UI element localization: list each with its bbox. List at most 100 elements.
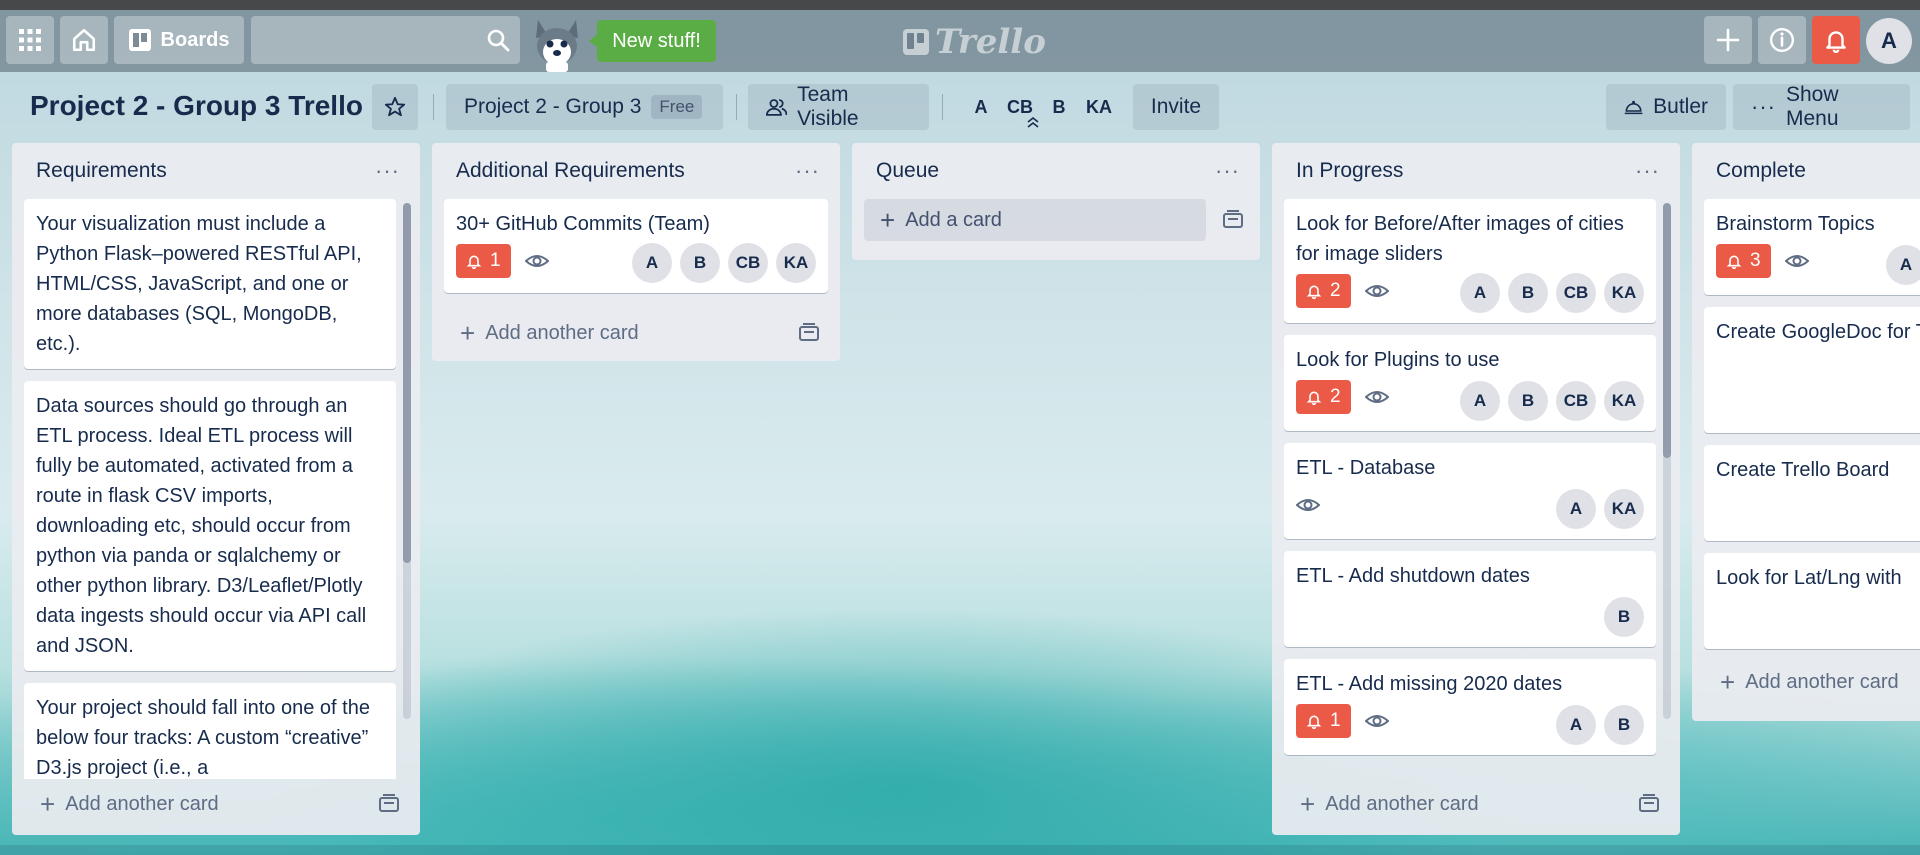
member-avatar[interactable]: A (1460, 273, 1500, 313)
board-member-avatar[interactable]: KA (1080, 88, 1118, 126)
admin-chevron-icon (1027, 116, 1039, 128)
card[interactable]: Look for Lat/Lng with (1704, 553, 1920, 649)
board-horizontal-scrollbar[interactable] (0, 845, 1920, 855)
scrollbar-thumb[interactable] (1663, 203, 1671, 458)
apps-grid-button[interactable] (6, 16, 54, 64)
divider (433, 94, 434, 120)
add-card-button[interactable]: + Add another card (460, 318, 639, 348)
card-template-icon[interactable] (1638, 793, 1660, 815)
board-member-avatar[interactable]: A (962, 88, 1000, 126)
card[interactable]: Look for Before/After images of cities f… (1284, 199, 1656, 323)
card[interactable]: Your project should fall into one of the… (24, 683, 396, 779)
member-avatar[interactable]: B (1604, 597, 1644, 637)
board-icon (128, 29, 151, 51)
card[interactable]: Create Trello Board (1704, 445, 1920, 541)
member-avatar[interactable]: B (1508, 273, 1548, 313)
member-avatar[interactable]: A (632, 243, 672, 283)
butler-button[interactable]: Butler (1606, 84, 1726, 130)
card-title: Look for Lat/Lng with (1716, 567, 1902, 589)
list-menu-icon[interactable]: ··· (795, 158, 820, 184)
top-header: Boards New stuff! Trello A (0, 10, 1920, 72)
member-avatar[interactable]: A (1556, 705, 1596, 745)
card[interactable]: ETL - Database A KA (1284, 443, 1656, 539)
team-button[interactable]: Project 2 - Group 3 Free (446, 84, 723, 130)
team-icon (766, 99, 788, 116)
member-avatar[interactable]: A (1556, 489, 1596, 529)
card-title: Look for Plugins to use (1296, 349, 1500, 371)
add-card-button[interactable]: + Add another card (40, 791, 219, 817)
member-avatar[interactable]: A (1886, 245, 1920, 285)
member-avatar[interactable]: B (1508, 381, 1548, 421)
trello-logo-icon (903, 29, 929, 55)
card-members: A (1886, 245, 1920, 285)
list-menu-icon[interactable]: ··· (1215, 158, 1240, 184)
new-stuff-button[interactable]: New stuff! (589, 20, 716, 62)
notifications-button[interactable] (1812, 16, 1860, 64)
card-template-icon[interactable] (798, 322, 820, 344)
member-avatar[interactable]: CB (1556, 381, 1596, 421)
scrollbar-thumb[interactable] (403, 203, 411, 563)
plus-icon: + (460, 318, 476, 348)
card-template-icon[interactable] (378, 793, 400, 815)
card[interactable]: Brainstorm Topics 3 A (1704, 199, 1920, 295)
card[interactable]: Your visualization must include a Python… (24, 199, 396, 369)
trello-logo[interactable]: Trello (903, 22, 1046, 62)
member-avatar[interactable]: B (680, 243, 720, 283)
add-card-button[interactable]: + Add another card (1300, 789, 1479, 819)
list-scrollbar[interactable] (1663, 203, 1671, 719)
list-menu-icon[interactable]: ··· (375, 158, 400, 184)
member-avatar[interactable]: KA (1604, 381, 1644, 421)
card[interactable]: Data sources should go through an ETL pr… (24, 381, 396, 671)
add-card-label: Add another card (1325, 792, 1479, 815)
list-additional-requirements: Additional Requirements ··· 30+ GitHub C… (432, 143, 840, 361)
info-button[interactable] (1758, 16, 1806, 64)
member-avatar[interactable]: KA (776, 243, 816, 283)
member-avatar[interactable]: CB (728, 243, 768, 283)
invite-button[interactable]: Invite (1133, 84, 1219, 130)
card-template-icon[interactable] (1222, 209, 1244, 231)
card-members: A B CB KA (632, 243, 816, 283)
list-title[interactable]: Requirements (36, 159, 167, 183)
boards-button[interactable]: Boards (114, 16, 244, 64)
visibility-button[interactable]: Team Visible (748, 83, 929, 130)
add-card-button[interactable]: + Add another card (1720, 669, 1899, 695)
card[interactable]: Create GoogleDoc for Topics (1704, 307, 1920, 433)
board-title[interactable]: Project 2 - Group 3 Trello (30, 90, 363, 122)
member-avatar[interactable]: B (1604, 705, 1644, 745)
list-title[interactable]: Additional Requirements (456, 159, 685, 183)
search-input[interactable] (251, 16, 520, 64)
bell-icon (1726, 255, 1742, 270)
user-avatar[interactable]: A (1866, 18, 1912, 64)
search-icon[interactable] (486, 28, 510, 52)
card[interactable]: ETL - Add missing 2020 dates 1 A B (1284, 659, 1656, 755)
card-container: Brainstorm Topics 3 A Create GoogleDoc f… (1692, 199, 1920, 649)
create-button[interactable] (1704, 16, 1752, 64)
add-card-button[interactable]: + Add a card (864, 199, 1206, 241)
card-title: Create GoogleDoc for Topics (1716, 321, 1920, 343)
list-title[interactable]: Complete (1716, 159, 1806, 183)
card[interactable]: ETL - Add shutdown dates B (1284, 551, 1656, 647)
list-header: Additional Requirements ··· (432, 143, 840, 199)
invite-label: Invite (1150, 95, 1202, 118)
member-avatar[interactable]: KA (1604, 273, 1644, 313)
list-title[interactable]: In Progress (1296, 159, 1403, 183)
list-title[interactable]: Queue (876, 159, 939, 183)
add-card-label: Add another card (485, 321, 639, 344)
member-avatar[interactable]: CB (1556, 273, 1596, 313)
member-avatar[interactable]: A (1460, 381, 1500, 421)
taco-mascot-icon[interactable] (532, 18, 582, 72)
visibility-label: Team Visible (797, 83, 859, 130)
plus-icon: + (1300, 789, 1316, 819)
list-scrollbar[interactable] (403, 203, 411, 719)
card[interactable]: Look for Plugins to use 2 A B CB KA (1284, 335, 1656, 431)
member-avatar[interactable]: KA (1604, 489, 1644, 529)
card[interactable]: 30+ GitHub Commits (Team) 1 A B CB KA (444, 199, 828, 293)
show-menu-button[interactable]: ··· Show Menu (1733, 83, 1910, 130)
list-menu-icon[interactable]: ··· (1635, 158, 1660, 184)
list-queue: Queue ··· + Add a card (852, 143, 1260, 260)
star-board-button[interactable] (372, 84, 418, 130)
show-menu-label: Show Menu (1785, 83, 1839, 130)
plan-badge: Free (651, 95, 703, 119)
board-member-avatar[interactable]: B (1040, 88, 1078, 126)
home-button[interactable] (60, 16, 108, 64)
